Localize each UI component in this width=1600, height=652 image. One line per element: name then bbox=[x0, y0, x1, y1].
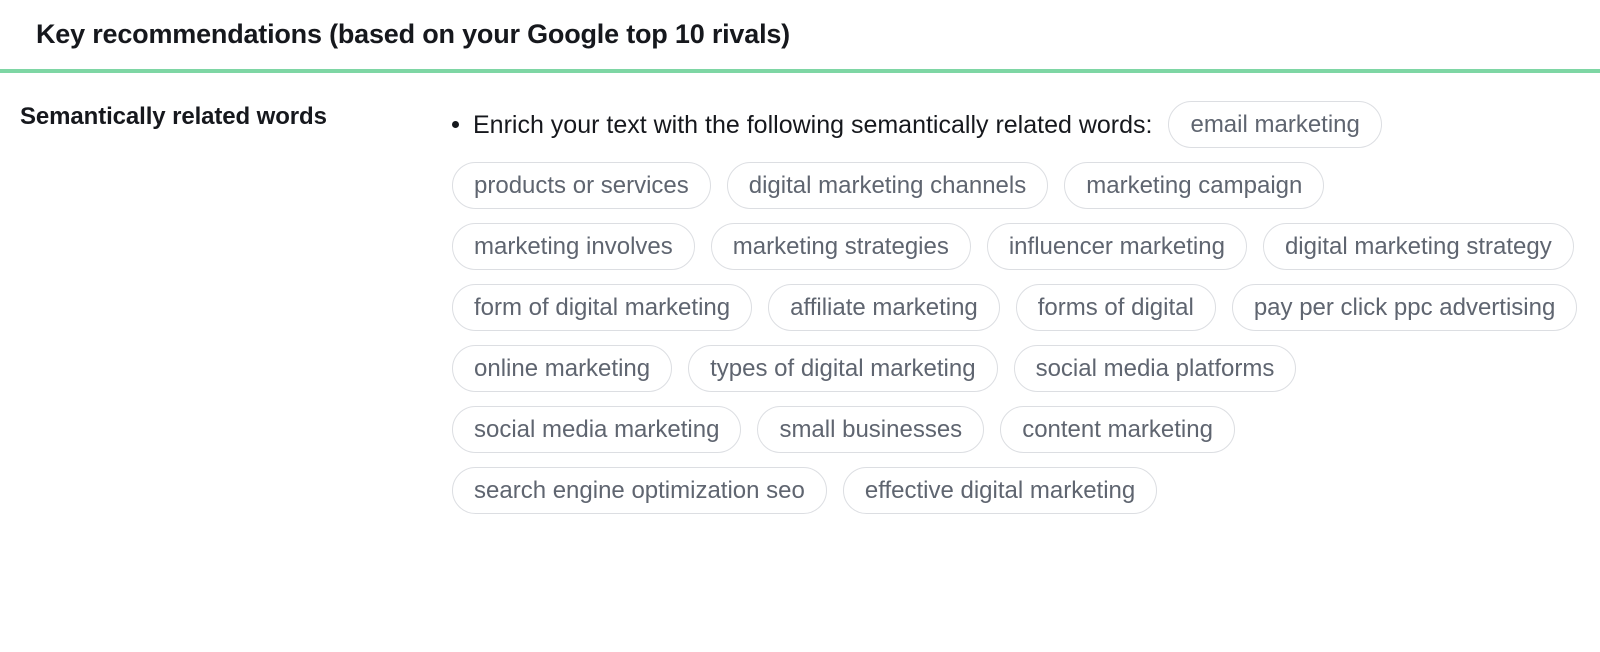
keyword-tag[interactable]: email marketing bbox=[1168, 101, 1382, 148]
keyword-tag[interactable]: social media marketing bbox=[452, 406, 742, 453]
panel-body: Semantically related words Enrich your t… bbox=[0, 73, 1600, 514]
page-title: Key recommendations (based on your Googl… bbox=[36, 19, 790, 50]
section-label-semantically-related-words: Semantically related words bbox=[20, 103, 327, 130]
keyword-tag[interactable]: effective digital marketing bbox=[842, 467, 1158, 514]
keyword-tag[interactable]: forms of digital bbox=[1015, 284, 1216, 331]
recommendation-content: Enrich your text with the following sema… bbox=[452, 101, 1600, 514]
keyword-tag[interactable]: marketing campaign bbox=[1064, 162, 1325, 209]
keyword-tag[interactable]: pay per click ppc advertising bbox=[1231, 284, 1578, 331]
tag-list: Enrich your text with the following sema… bbox=[452, 101, 1580, 514]
keyword-tag[interactable]: content marketing bbox=[1000, 406, 1235, 453]
recommendation-lead-text: Enrich your text with the following sema… bbox=[473, 110, 1153, 139]
keyword-tag[interactable]: affiliate marketing bbox=[768, 284, 1000, 331]
keyword-tag[interactable]: influencer marketing bbox=[986, 223, 1247, 270]
keyword-tag[interactable]: products or services bbox=[452, 162, 711, 209]
keyword-tag[interactable]: form of digital marketing bbox=[452, 284, 753, 331]
keyword-tag[interactable]: types of digital marketing bbox=[688, 345, 998, 392]
keyword-tag[interactable]: marketing involves bbox=[452, 223, 695, 270]
keyword-tag[interactable]: search engine optimization seo bbox=[452, 467, 827, 514]
keyword-tag[interactable]: social media platforms bbox=[1013, 345, 1297, 392]
keyword-tag[interactable]: digital marketing channels bbox=[726, 162, 1049, 209]
bullet-icon bbox=[452, 121, 459, 128]
keyword-tag[interactable]: small businesses bbox=[757, 406, 985, 453]
keyword-tag[interactable]: marketing strategies bbox=[710, 223, 971, 270]
key-recommendations-panel: Key recommendations (based on your Googl… bbox=[0, 0, 1600, 652]
panel-header: Key recommendations (based on your Googl… bbox=[0, 0, 1600, 69]
keyword-tag[interactable]: online marketing bbox=[452, 345, 673, 392]
recommendation-lead: Enrich your text with the following sema… bbox=[452, 110, 1152, 140]
keyword-tag[interactable]: digital marketing strategy bbox=[1262, 223, 1574, 270]
